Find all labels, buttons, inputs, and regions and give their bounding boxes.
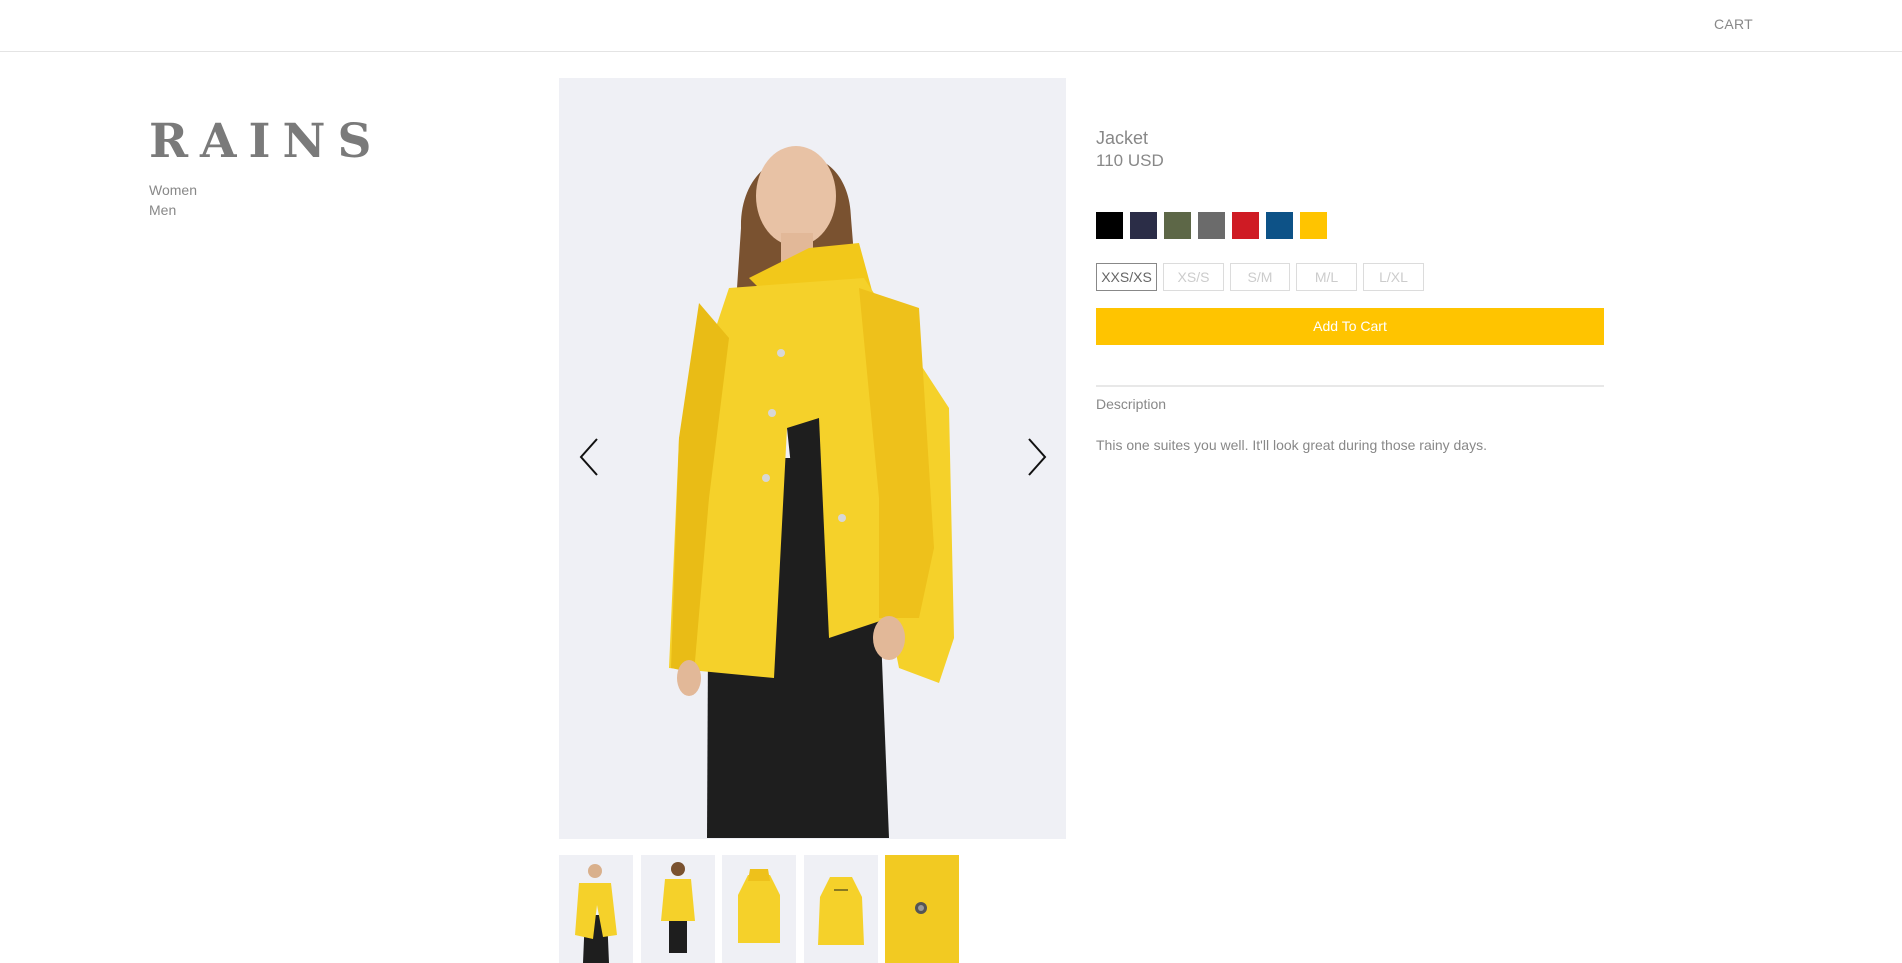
thumbnail-fabric-detail[interactable] [885, 855, 959, 963]
product-title: Jacket [1096, 128, 1149, 148]
main-product-image [559, 78, 1066, 839]
previous-image-button[interactable] [575, 437, 605, 477]
thumbnail-jacket-front[interactable] [722, 855, 796, 963]
size-option-xs-s[interactable]: XS/S [1163, 263, 1224, 291]
color-swatch-black[interactable] [1096, 212, 1123, 239]
nav-item-men[interactable]: Men [149, 200, 197, 220]
description-heading: Description [1096, 396, 1167, 412]
size-option-m-l[interactable]: M/L [1296, 263, 1357, 291]
size-option-l-xl[interactable]: L/XL [1363, 263, 1424, 291]
top-bar: CART [0, 0, 1902, 52]
cart-link[interactable]: CART [1714, 16, 1753, 32]
color-swatch-navy[interactable] [1130, 212, 1157, 239]
product-price: 110 USD [1096, 151, 1164, 170]
description-text: This one suites you well. It'll look gre… [1096, 437, 1487, 453]
color-swatch-grey[interactable] [1198, 212, 1225, 239]
color-swatch-blue[interactable] [1266, 212, 1293, 239]
divider [1096, 385, 1604, 387]
size-option-s-m[interactable]: S/M [1230, 263, 1290, 291]
chevron-left-icon [579, 438, 598, 476]
color-swatch-red[interactable] [1232, 212, 1259, 239]
color-swatch-yellow[interactable] [1300, 212, 1327, 239]
thumbnail-jacket-back[interactable] [804, 855, 878, 963]
chevron-right-icon [1028, 438, 1047, 476]
thumbnail-front-model[interactable] [559, 855, 633, 963]
category-nav: Women Men [149, 180, 197, 220]
nav-item-women[interactable]: Women [149, 180, 197, 200]
brand-logo[interactable]: RAINS [149, 118, 383, 165]
thumbnail-back-model[interactable] [641, 855, 715, 963]
product-photo [559, 78, 1066, 839]
size-option-xxs-xs[interactable]: XXS/XS [1096, 263, 1157, 291]
add-to-cart-button[interactable]: Add To Cart [1096, 308, 1604, 345]
next-image-button[interactable] [1021, 437, 1051, 477]
color-swatch-olive[interactable] [1164, 212, 1191, 239]
